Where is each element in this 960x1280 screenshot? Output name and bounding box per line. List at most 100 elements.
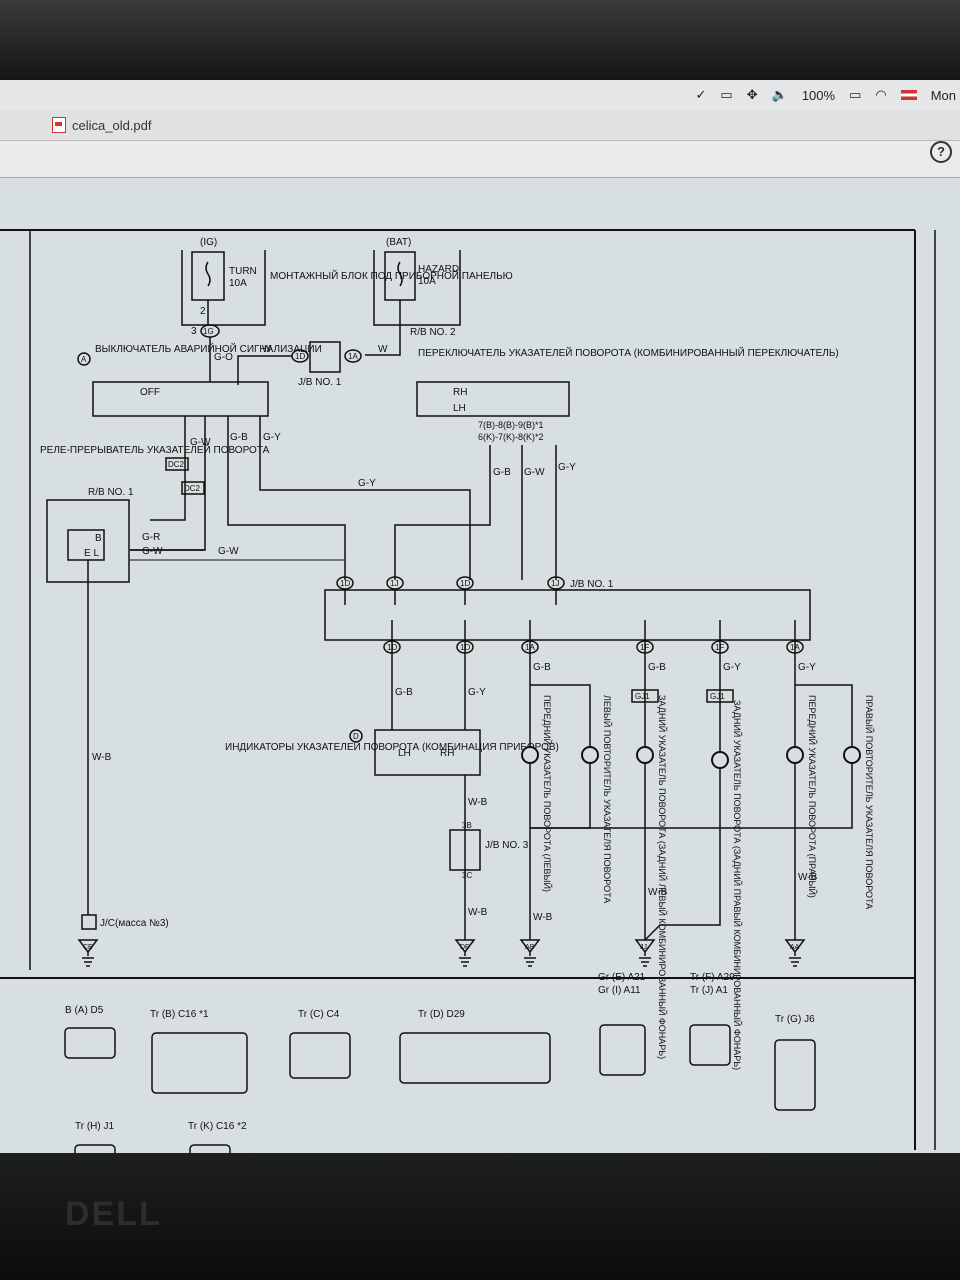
ground-df: DF [454, 939, 476, 967]
svg-text:W: W [378, 344, 388, 355]
svg-text:ПЕРЕКЛЮЧАТЕЛЬ УКАЗАТЕЛЕЙ ПОВОР: ПЕРЕКЛЮЧАТЕЛЬ УКАЗАТЕЛЕЙ ПОВОРОТА (КОМБИ… [418, 346, 839, 359]
svg-text:GJ1: GJ1 [710, 692, 725, 701]
connector-label: B (A) D5 [65, 1005, 104, 1016]
jb1-main [324, 589, 811, 641]
battery-icon[interactable]: ▭ [849, 87, 861, 103]
svg-text:1J: 1J [551, 579, 559, 588]
connector-face [74, 1144, 116, 1171]
svg-text:3B: 3B [462, 821, 472, 830]
svg-text:W-B: W-B [468, 907, 488, 918]
junction-top: 1D [456, 576, 474, 605]
svg-text:1J: 1J [390, 579, 398, 588]
svg-text:ПРАВЫЙ ПОВТОРИТЕЛЬ УКАЗАТЕЛЯ П: ПРАВЫЙ ПОВТОРИТЕЛЬ УКАЗАТЕЛЯ ПОВОРОТА [864, 695, 875, 909]
svg-text:E L: E L [84, 548, 99, 559]
connector-face [599, 1024, 646, 1076]
status-icon[interactable]: ✓ [696, 87, 707, 103]
tab-bar: celica_old.pdf [0, 110, 960, 141]
svg-text:6(K)-7(K)-8(K)*2: 6(K)-7(K)-8(K)*2 [478, 432, 544, 442]
fuse-turn-source: (IG) [200, 237, 217, 248]
svg-text:B: B [95, 533, 102, 544]
connector-label: Tr (J) A1 [690, 985, 728, 996]
svg-text:AA: AA [790, 944, 800, 951]
connector-label: Tr (H) J1 [75, 1121, 115, 1132]
help-button[interactable]: ? [930, 141, 952, 163]
svg-text:G-Y: G-Y [358, 478, 376, 489]
svg-text:R/B NO. 2: R/B NO. 2 [410, 327, 456, 338]
mount-block-label: МОНТАЖНЫЙ БЛОК ПОД ПРИБОРНОЙ ПАНЕЛЬЮ [270, 269, 513, 282]
lamp-g: ЗАДНИЙ УКАЗАТЕЛЬ ПОВОРОТА (ЗАДНИЙ ЛЕВЫЙ … [636, 695, 668, 1059]
tab-document[interactable]: celica_old.pdf [52, 117, 152, 133]
wifi-icon[interactable]: ◠ [875, 87, 886, 103]
lamp-i: ПЕРЕДНИЙ УКАЗАТЕЛЬ ПОВОРОТА (ПРАВЫЙ) [786, 695, 818, 898]
menu-bar: ✓ ▭ ✥ 🔈 100% ▭ ◠ Mon [0, 80, 960, 110]
hazard-switch: A ВЫКЛЮЧАТЕЛЬ АВАРИЙНОЙ СИГНАЛИЗАЦИИ OFF… [77, 337, 322, 417]
svg-text:1D: 1D [460, 579, 470, 588]
svg-text:G-Y: G-Y [558, 462, 576, 473]
svg-text:G-B: G-B [648, 662, 666, 673]
ground-aa: AA [784, 939, 806, 967]
svg-text:G-W: G-W [524, 467, 545, 478]
ground-ab: AB [519, 939, 541, 967]
svg-text:W-B: W-B [92, 752, 112, 763]
volume-icon[interactable]: 🔈 [772, 87, 788, 103]
svg-text:ЛЕВЫЙ ПОВТОРИТЕЛЬ УКАЗАТЕЛЯ ПО: ЛЕВЫЙ ПОВТОРИТЕЛЬ УКАЗАТЕЛЯ ПОВОРОТА [602, 695, 613, 903]
lamp-h: ЗАДНИЙ УКАЗАТЕЛЬ ПОВОРОТА (ЗАДНИЙ ПРАВЫЙ… [711, 700, 743, 1070]
connector-label: Tr (C) C4 [298, 1009, 340, 1020]
svg-text:J/B NO. 3: J/B NO. 3 [485, 840, 529, 851]
battery-percent: 100% [801, 87, 836, 103]
svg-text:D: D [353, 732, 359, 741]
connector-face [189, 1144, 231, 1171]
svg-text:AB: AB [525, 944, 535, 951]
svg-text:R/B NO. 1: R/B NO. 1 [88, 487, 134, 498]
ground-jj: JJ [634, 939, 656, 967]
svg-text:G-Y: G-Y [468, 687, 486, 698]
combination-meter-indicators: RH LH ИНДИКАТОРЫ УКАЗАТЕЛЕЙ ПОВОРОТА (КО… [225, 729, 559, 776]
svg-text:ПЕРЕДНИЙ УКАЗАТЕЛЬ ПОВОРОТА (П: ПЕРЕДНИЙ УКАЗАТЕЛЬ ПОВОРОТА (ПРАВЫЙ) [807, 695, 818, 898]
connector-face [289, 1032, 351, 1079]
svg-text:LH: LH [453, 403, 466, 414]
flag-icon[interactable] [900, 90, 917, 100]
ground-ce: CE [77, 939, 99, 967]
svg-text:ЗАДНИЙ УКАЗАТЕЛЬ ПОВОРОТА (ЗАД: ЗАДНИЙ УКАЗАТЕЛЬ ПОВОРОТА (ЗАДНИЙ ЛЕВЫЙ … [657, 695, 668, 1059]
svg-text:DC2: DC2 [184, 484, 201, 493]
svg-text:G-W: G-W [142, 546, 163, 557]
svg-text:CE: CE [83, 944, 93, 951]
toolbar: ? [0, 141, 960, 178]
turn-signal-switch: ПЕРЕКЛЮЧАТЕЛЬ УКАЗАТЕЛЕЙ ПОВОРОТА (КОМБИ… [416, 346, 839, 442]
tab-filename: celica_old.pdf [72, 117, 152, 133]
junction-top: 1J [547, 576, 565, 605]
lamp-j: ПРАВЫЙ ПОВТОРИТЕЛЬ УКАЗАТЕЛЯ ПОВОРОТА [843, 695, 875, 909]
svg-text:G-B: G-B [493, 467, 511, 478]
svg-text:OFF: OFF [140, 387, 160, 398]
svg-text:G-B: G-B [230, 432, 248, 443]
fuse-turn-rating: 10A [229, 278, 247, 289]
clock-day[interactable]: Mon [931, 88, 956, 103]
connector-face [151, 1032, 248, 1094]
svg-text:HAZARD: HAZARD [418, 264, 459, 275]
svg-text:1D: 1D [340, 579, 350, 588]
connector-face [689, 1024, 731, 1066]
svg-text:J/B NO. 1: J/B NO. 1 [298, 377, 342, 388]
svg-text:ИНДИКАТОРЫ УКАЗАТЕЛЕЙ ПОВОРОТА: ИНДИКАТОРЫ УКАЗАТЕЛЕЙ ПОВОРОТА (КОМБИНАЦ… [225, 740, 559, 753]
svg-text:ВЫКЛЮЧАТЕЛЬ АВАРИЙНОЙ СИГНАЛИЗ: ВЫКЛЮЧАТЕЛЬ АВАРИЙНОЙ СИГНАЛИЗАЦИИ [95, 342, 322, 355]
connector-label: Gr (I) A11 [598, 985, 641, 996]
svg-text:G-B: G-B [533, 662, 551, 673]
connector-face [774, 1039, 816, 1111]
svg-text:РЕЛЕ-ПРЕРЫВАТЕЛЬ УКАЗАТЕЛЕЙ ПО: РЕЛЕ-ПРЕРЫВАТЕЛЬ УКАЗАТЕЛЕЙ ПОВОРОТА [40, 443, 270, 456]
fuse-hazard: (BAT) HAZARD 10A R/B NO. 2 [365, 237, 461, 356]
svg-text:G-W: G-W [218, 546, 239, 557]
connector-label: Gr (E) A21 [598, 972, 646, 983]
monitor-bezel-top [0, 0, 960, 80]
connector-face [399, 1032, 551, 1084]
svg-text:G-Y: G-Y [263, 432, 281, 443]
pdf-file-icon [52, 117, 66, 133]
monitor-brand-logo: DELL [65, 1195, 162, 1233]
fuse-turn-name: TURN [229, 266, 257, 277]
airplay-icon[interactable]: ▭ [720, 87, 732, 103]
svg-text:J/B NO. 1: J/B NO. 1 [570, 579, 614, 590]
svg-text:(BAT): (BAT) [386, 237, 411, 248]
connector-label: Tr (K) C16 *2 [188, 1121, 247, 1132]
svg-text:A: A [81, 355, 87, 364]
junction-top: 1J [386, 576, 404, 605]
move-icon[interactable]: ✥ [747, 87, 758, 103]
